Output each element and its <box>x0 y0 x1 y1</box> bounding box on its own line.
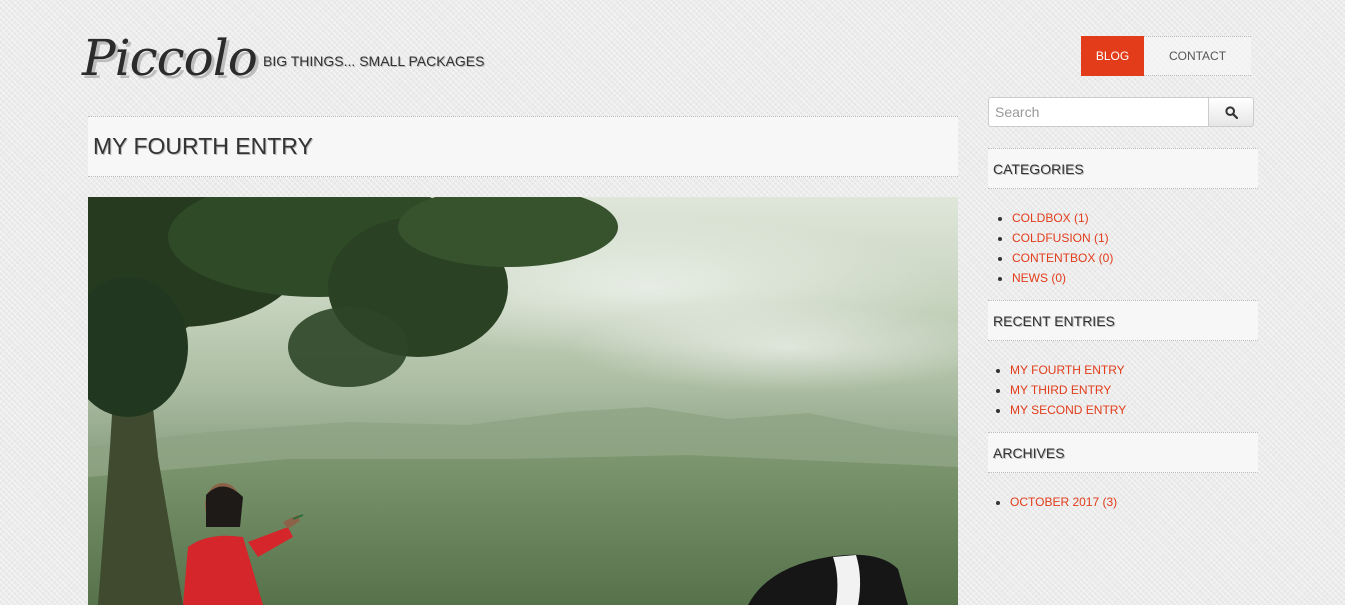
search-input[interactable] <box>988 97 1208 127</box>
category-link-contentbox[interactable]: CONTENTBOX (0) <box>1012 251 1113 265</box>
archives-title: ARCHIVES <box>993 445 1065 461</box>
search-form <box>988 97 1254 127</box>
list-item: COLDBOX (1) <box>1012 208 1113 228</box>
recent-entry-link[interactable]: MY FOURTH ENTRY <box>1010 363 1125 377</box>
post-title[interactable]: MY FOURTH ENTRY <box>93 133 313 160</box>
nav-contact-link[interactable]: CONTACT <box>1144 36 1251 76</box>
main-nav: BLOG CONTACT <box>1081 36 1251 76</box>
list-item: MY FOURTH ENTRY <box>1010 360 1126 380</box>
list-item: MY SECOND ENTRY <box>1010 400 1126 420</box>
list-item: MY THIRD ENTRY <box>1010 380 1126 400</box>
category-link-coldfusion[interactable]: COLDFUSION (1) <box>1012 231 1109 245</box>
categories-title: CATEGORIES <box>993 161 1084 177</box>
post-title-bar: MY FOURTH ENTRY <box>88 116 958 177</box>
recent-entries-header: RECENT ENTRIES <box>988 300 1258 341</box>
search-icon <box>1224 105 1238 119</box>
recent-entry-link[interactable]: MY THIRD ENTRY <box>1010 383 1111 397</box>
category-link-news[interactable]: NEWS (0) <box>1012 271 1066 285</box>
list-item: NEWS (0) <box>1012 268 1113 288</box>
nav-blog-link[interactable]: BLOG <box>1081 36 1144 76</box>
featured-image-illustration <box>88 197 958 605</box>
recent-entries-title: RECENT ENTRIES <box>993 313 1115 329</box>
list-item: OCTOBER 2017 (3) <box>1010 492 1117 512</box>
category-link-coldbox[interactable]: COLDBOX (1) <box>1012 211 1089 225</box>
archive-link[interactable]: OCTOBER 2017 (3) <box>1010 495 1117 509</box>
archives-list: OCTOBER 2017 (3) <box>996 492 1117 512</box>
site-tagline: BIG THINGS... SMALL PACKAGES <box>263 53 485 69</box>
post-featured-image <box>88 197 958 605</box>
search-button[interactable] <box>1208 97 1254 127</box>
recent-entry-link[interactable]: MY SECOND ENTRY <box>1010 403 1126 417</box>
recent-entries-list: MY FOURTH ENTRY MY THIRD ENTRY MY SECOND… <box>996 360 1126 420</box>
list-item: CONTENTBOX (0) <box>1012 248 1113 268</box>
list-item: COLDFUSION (1) <box>1012 228 1113 248</box>
categories-list: COLDBOX (1) COLDFUSION (1) CONTENTBOX (0… <box>998 208 1113 288</box>
site-logo[interactable]: Piccolo <box>82 28 258 88</box>
categories-header: CATEGORIES <box>988 148 1258 189</box>
archives-header: ARCHIVES <box>988 432 1258 473</box>
